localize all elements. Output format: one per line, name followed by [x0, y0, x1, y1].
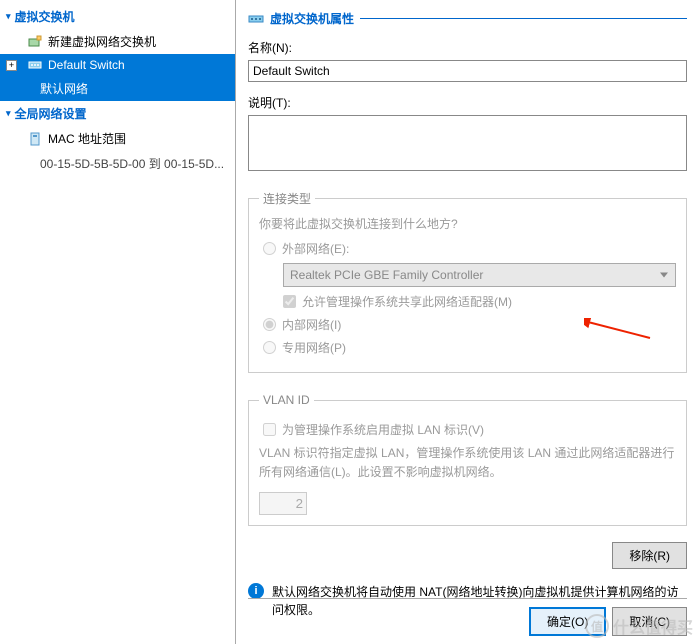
allow-mgmt-checkbox — [283, 295, 296, 308]
connection-type-group: 连接类型 你要将此虚拟交换机连接到什么地方? 外部网络(E): Realtek … — [248, 190, 687, 373]
section-global-settings: ▾ 全局网络设置 — [0, 101, 235, 126]
vlan-enable-checkbox — [263, 423, 276, 436]
internal-label: 内部网络(I) — [282, 316, 341, 333]
connection-question: 你要将此虚拟交换机连接到什么地方? — [259, 215, 676, 232]
new-switch-label: 新建虚拟网络交换机 — [48, 33, 156, 50]
external-radio — [263, 242, 276, 255]
vlan-description: VLAN 标识符指定虚拟 LAN，管理操作系统使用该 LAN 通过此网络适配器进… — [259, 444, 676, 482]
vlan-group: VLAN ID 为管理操作系统启用虚拟 LAN 标识(V) VLAN 标识符指定… — [248, 393, 687, 526]
name-input[interactable] — [248, 60, 687, 82]
default-switch-item[interactable]: + Default Switch — [0, 54, 235, 76]
default-network-item[interactable]: 默认网络 — [0, 76, 235, 101]
connection-legend: 连接类型 — [259, 190, 315, 207]
allow-mgmt-label: 允许管理操作系统共享此网络适配器(M) — [302, 293, 512, 310]
ok-button[interactable]: 确定(O) — [529, 607, 606, 636]
private-radio — [263, 341, 276, 354]
adapter-select: Realtek PCIe GBE Family Controller — [283, 263, 676, 287]
section-label: 全局网络设置 — [15, 105, 87, 122]
chevron-down-icon: ▾ — [6, 108, 11, 119]
properties-header: 虚拟交换机属性 — [248, 8, 687, 33]
mac-icon — [28, 132, 42, 146]
default-switch-label: Default Switch — [48, 58, 125, 72]
description-input[interactable] — [248, 115, 687, 171]
mac-range-item[interactable]: MAC 地址范围 — [0, 126, 235, 151]
info-icon: i — [248, 583, 264, 599]
right-panel: 虚拟交换机属性 名称(N): 说明(T): 连接类型 你要将此虚拟交换机连接到什… — [236, 0, 699, 644]
mac-range-label: MAC 地址范围 — [48, 130, 126, 147]
cancel-button[interactable]: 取消(C) — [612, 607, 687, 636]
properties-title: 虚拟交换机属性 — [270, 10, 354, 27]
vlan-id-input — [259, 492, 307, 515]
mac-range-value: 00-15-5D-5B-5D-00 到 00-15-5D... — [0, 151, 235, 176]
default-network-label: 默认网络 — [40, 80, 88, 97]
dialog-buttons: 确定(O) 取消(C) — [248, 598, 687, 636]
section-virtual-switch: ▾ 虚拟交换机 — [0, 4, 235, 29]
desc-label: 说明(T): — [248, 94, 687, 111]
section-label: 虚拟交换机 — [15, 8, 75, 25]
switch-header-icon — [248, 12, 264, 26]
switch-icon — [28, 58, 42, 72]
external-label: 外部网络(E): — [282, 240, 349, 257]
vlan-enable-label: 为管理操作系统启用虚拟 LAN 标识(V) — [282, 421, 484, 438]
internal-radio — [263, 318, 276, 331]
left-panel: ▾ 虚拟交换机 新建虚拟网络交换机 + Default Switch 默认网络 … — [0, 0, 236, 644]
vlan-legend: VLAN ID — [259, 393, 314, 407]
chevron-down-icon: ▾ — [6, 11, 11, 22]
expand-icon[interactable]: + — [6, 60, 17, 71]
new-switch-icon — [28, 35, 42, 49]
private-label: 专用网络(P) — [282, 339, 346, 356]
name-label: 名称(N): — [248, 39, 687, 56]
remove-button[interactable]: 移除(R) — [612, 542, 687, 569]
new-virtual-switch-item[interactable]: 新建虚拟网络交换机 — [0, 29, 235, 54]
